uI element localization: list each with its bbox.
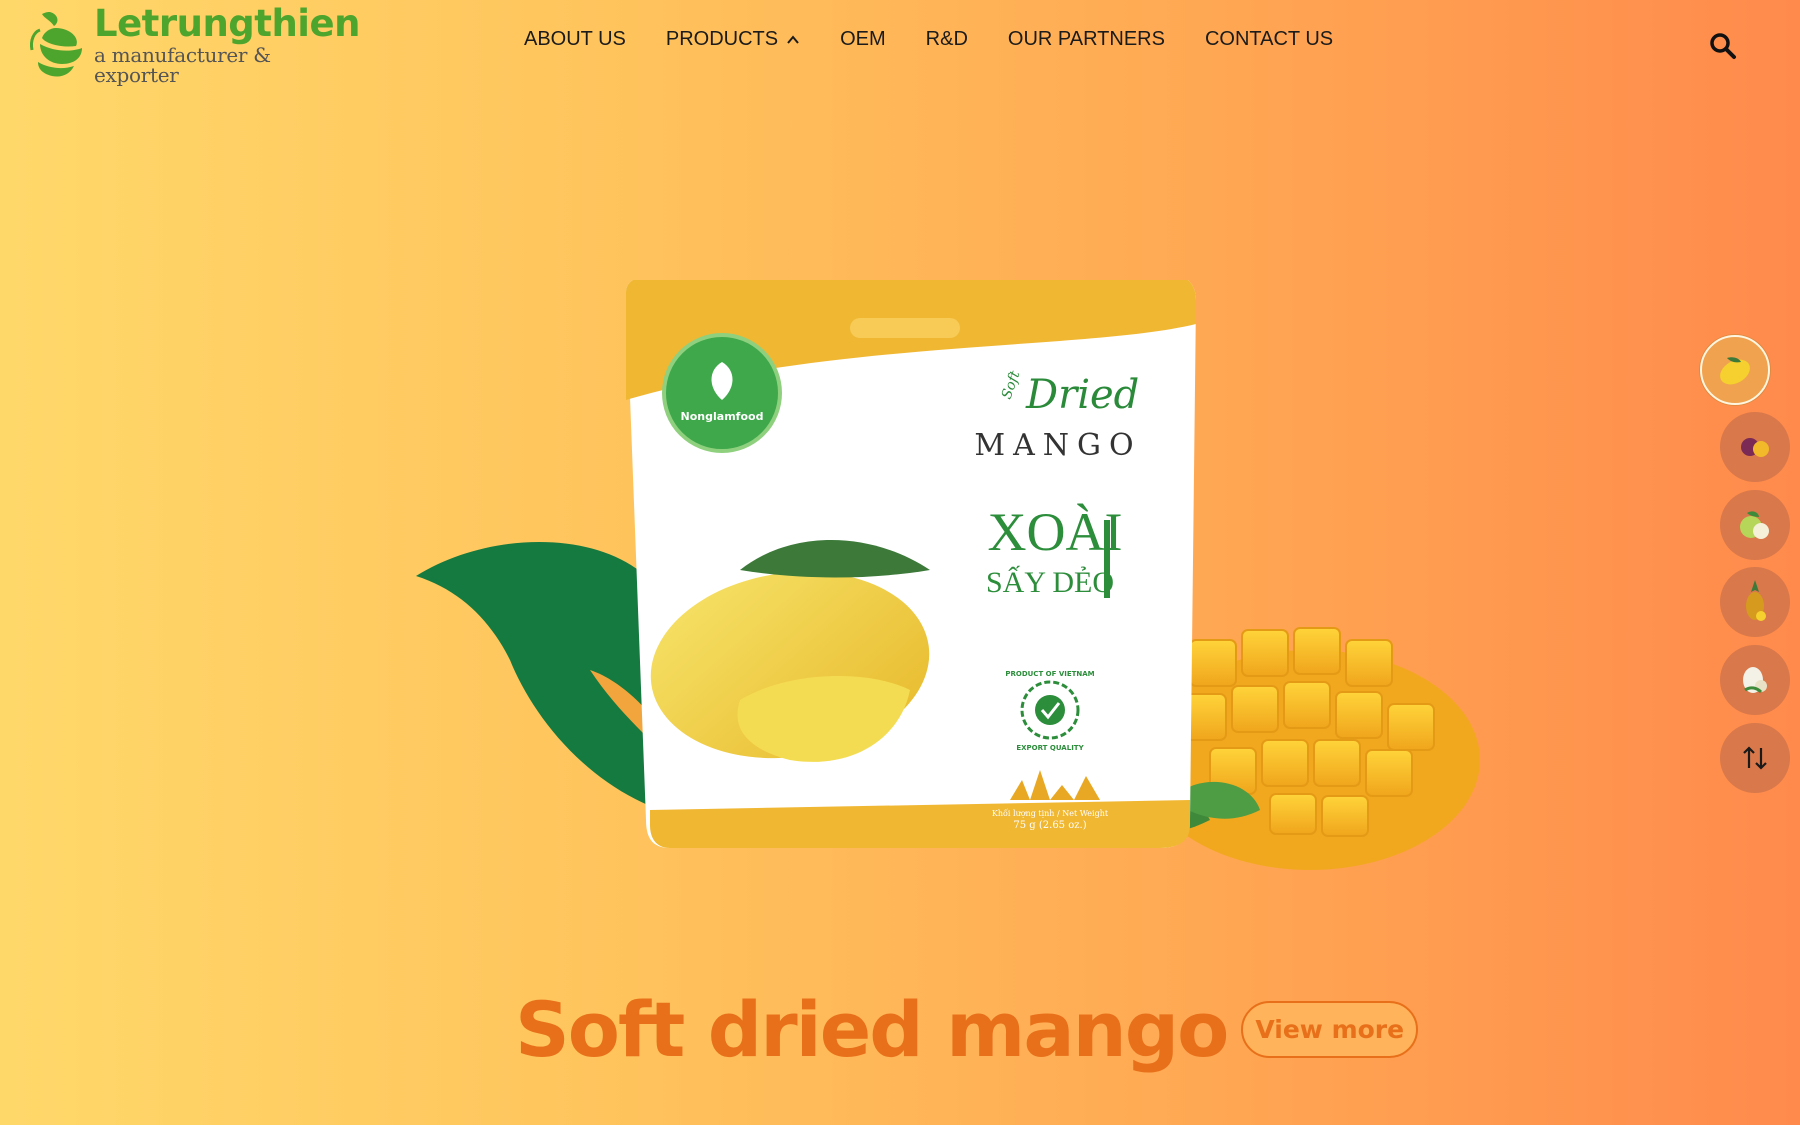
leaf-decoration bbox=[416, 541, 660, 810]
product-title: Soft dried mango bbox=[515, 985, 1229, 1074]
hero-title-row: Soft dried mango View more bbox=[515, 985, 1419, 1074]
swap-vertical-icon bbox=[1743, 746, 1767, 770]
rail-item-mango[interactable] bbox=[1700, 335, 1770, 405]
rail-item-pineapple[interactable] bbox=[1720, 567, 1790, 637]
view-more-button[interactable]: View more bbox=[1241, 1001, 1419, 1058]
site-header: Letrungthien a manufacturer & exporter A… bbox=[0, 0, 1800, 90]
product-pouch: Nonglamfood Soft Dried MANGO XOÀI SẤY DẺ… bbox=[626, 280, 1196, 848]
pouch-vn-line2: SẤY DẺO bbox=[986, 565, 1114, 599]
sort-toggle-button[interactable] bbox=[1720, 723, 1790, 793]
mango-icon bbox=[1720, 357, 1750, 385]
pouch-script-text: Dried bbox=[1025, 372, 1139, 418]
search-icon[interactable] bbox=[1709, 32, 1737, 60]
leaf-logo-icon bbox=[30, 12, 82, 77]
pineapple-icon bbox=[1746, 580, 1766, 621]
passion-fruit-icon bbox=[1741, 438, 1769, 457]
pouch-brand-text: Nonglamfood bbox=[681, 410, 764, 423]
weight-label: Khối lượng tịnh / Net Weight bbox=[992, 809, 1109, 818]
badge-bottom-text: EXPORT QUALITY bbox=[1016, 744, 1084, 752]
rail-item-guava[interactable] bbox=[1720, 490, 1790, 560]
nav-our-partners[interactable]: OUR PARTNERS bbox=[1008, 28, 1165, 51]
chevron-up-icon bbox=[787, 34, 799, 44]
brand-logo[interactable]: Letrungthien a manufacturer & exporter bbox=[28, 5, 360, 85]
nav-oem[interactable]: OEM bbox=[840, 28, 886, 51]
weight-value: 75 g (2.65 oz.) bbox=[1013, 820, 1086, 831]
main-nav: ABOUT US PRODUCTS OEM R&D OUR PARTNERS C… bbox=[524, 28, 1333, 51]
nav-contact-us[interactable]: CONTACT US bbox=[1205, 28, 1333, 51]
pouch-vn-line1: XOÀI bbox=[988, 502, 1123, 562]
pouch-product-text: MANGO bbox=[974, 428, 1141, 463]
nav-rnd[interactable]: R&D bbox=[926, 28, 968, 51]
nav-products[interactable]: PRODUCTS bbox=[666, 28, 800, 51]
product-switcher bbox=[1700, 335, 1790, 795]
brand-tagline: a manufacturer & exporter bbox=[94, 43, 271, 87]
guava-icon bbox=[1740, 511, 1769, 539]
rail-item-passion-fruit[interactable] bbox=[1720, 412, 1790, 482]
nav-about-us[interactable]: ABOUT US bbox=[524, 28, 626, 51]
coconut-icon bbox=[1743, 667, 1767, 694]
nav-products-label: PRODUCTS bbox=[665, 28, 779, 50]
product-image: Nonglamfood Soft Dried MANGO XOÀI SẤY DẺ… bbox=[416, 280, 1480, 870]
badge-top-text: PRODUCT OF VIETNAM bbox=[1005, 670, 1094, 678]
rail-item-coconut[interactable] bbox=[1720, 645, 1790, 715]
brand-name: Letrungthien bbox=[94, 2, 360, 45]
